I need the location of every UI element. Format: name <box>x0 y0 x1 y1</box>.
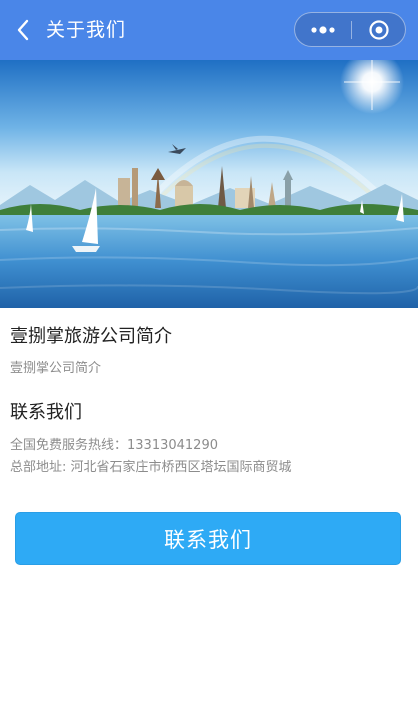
navigation-bar: 关于我们 <box>0 0 418 60</box>
company-subtitle: 壹捌掌公司简介 <box>10 361 102 376</box>
hotline-text: 全国免费服务热线：13313041290 <box>10 438 218 453</box>
travel-landmarks-banner <box>0 60 418 308</box>
page-title: 关于我们 <box>46 19 127 41</box>
contact-us-button[interactable]: 联系我们 <box>15 512 401 565</box>
more-button[interactable] <box>295 13 351 46</box>
mini-program-capsule <box>294 12 406 47</box>
company-title: 壹捌掌旅游公司简介 <box>10 326 172 347</box>
back-button[interactable] <box>10 15 36 45</box>
contact-heading: 联系我们 <box>10 402 82 423</box>
close-button[interactable] <box>352 13 406 46</box>
address-text: 总部地址: 河北省石家庄市桥西区塔坛国际商贸城 <box>10 460 292 475</box>
more-dots-icon <box>311 25 335 34</box>
target-circle-icon <box>369 19 389 40</box>
banner-image <box>0 60 418 308</box>
chevron-left-icon <box>17 19 29 41</box>
